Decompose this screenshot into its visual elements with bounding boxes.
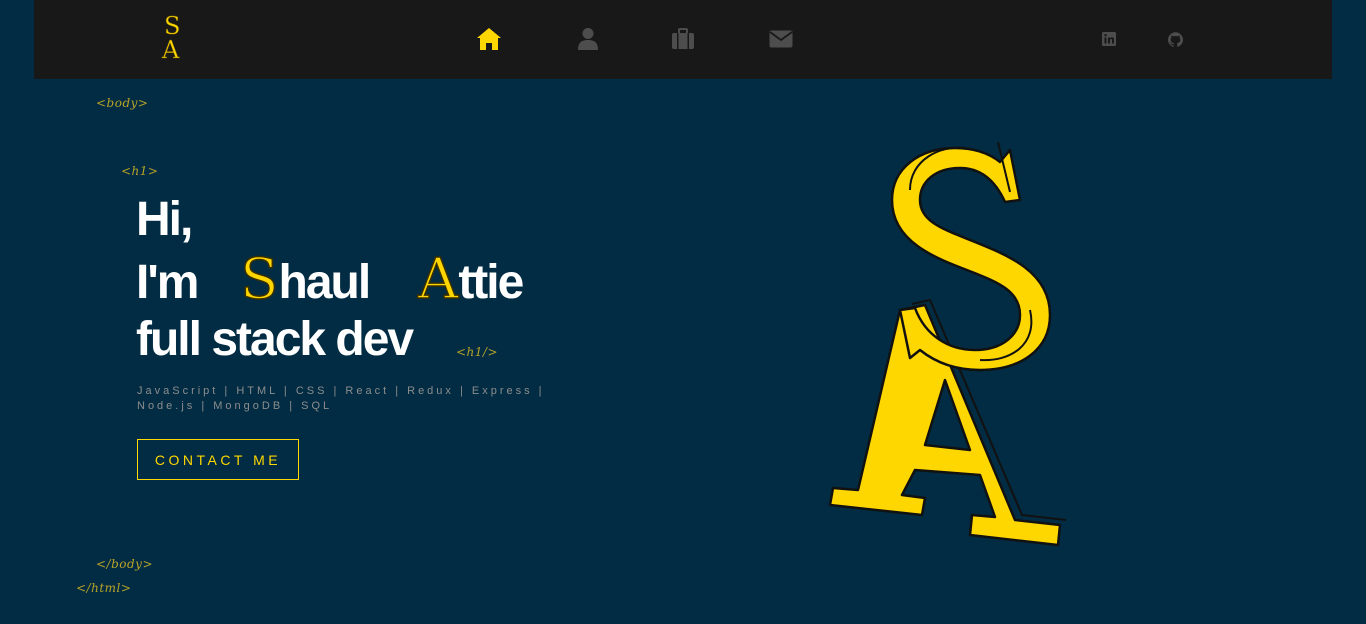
linkedin-icon bbox=[1102, 32, 1116, 46]
svg-text:A: A bbox=[161, 36, 180, 62]
html-close-tag: </html> bbox=[76, 581, 132, 595]
h1-open-tag: <h1> bbox=[121, 164, 159, 178]
user-icon bbox=[578, 28, 598, 50]
hero-title: full stack dev bbox=[136, 313, 414, 366]
nav-contact-link[interactable] bbox=[768, 26, 794, 52]
hero-im: I'm bbox=[136, 256, 199, 309]
home-icon bbox=[477, 28, 501, 50]
navbar: S A bbox=[34, 0, 1332, 79]
github-link[interactable] bbox=[1167, 31, 1183, 47]
sa-large-logo bbox=[820, 140, 1080, 550]
h1-close-tag: <h1/> bbox=[456, 345, 499, 359]
skills-list: JavaScript | HTML | CSS | React | Redux … bbox=[137, 385, 545, 412]
last-initial: A bbox=[417, 247, 459, 312]
envelope-icon bbox=[769, 30, 793, 48]
github-icon bbox=[1167, 31, 1183, 47]
nav-portfolio-link[interactable] bbox=[670, 26, 696, 52]
contact-me-button[interactable]: CONTACT ME bbox=[137, 439, 299, 480]
sa-monogram-logo[interactable]: S A bbox=[158, 10, 190, 65]
first-initial: S bbox=[239, 247, 279, 312]
body-close-tag: </body> bbox=[96, 557, 154, 571]
last-name-rest: ttie bbox=[458, 256, 524, 309]
linkedin-link[interactable] bbox=[1101, 31, 1117, 47]
nav-home-link[interactable] bbox=[476, 26, 502, 52]
hero-name-line: I'm Shaul Attie bbox=[136, 251, 524, 309]
body-open-tag: <body> bbox=[96, 96, 149, 110]
briefcase-icon bbox=[672, 28, 694, 49]
hero-greeting: Hi, bbox=[136, 193, 193, 246]
nav-about-link[interactable] bbox=[575, 26, 601, 52]
first-name-rest: haul bbox=[278, 256, 372, 309]
